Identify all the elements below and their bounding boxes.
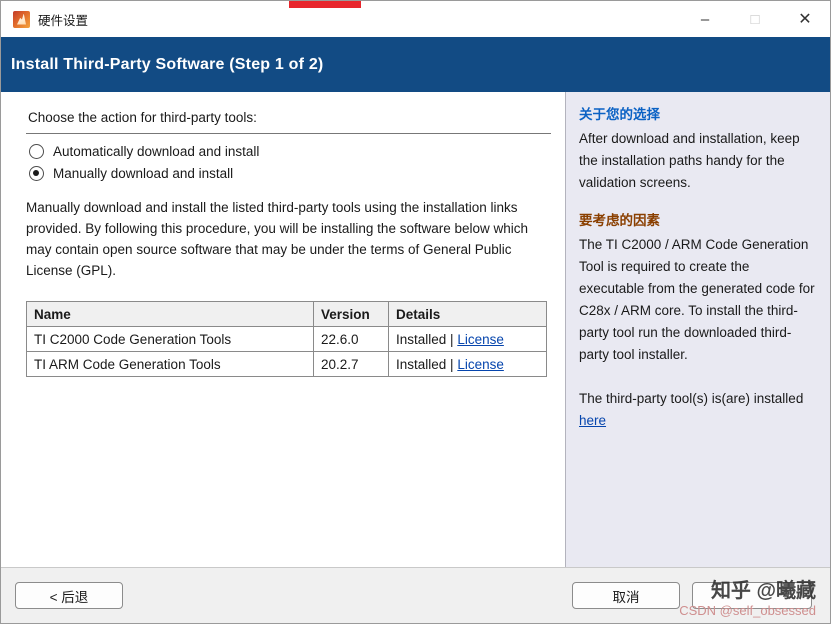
tool-details: Installed | License xyxy=(388,351,547,377)
radio-label-manual[interactable]: Manually download and install xyxy=(53,166,233,181)
tool-version: 22.6.0 xyxy=(313,326,389,352)
back-button[interactable]: < 后退 xyxy=(15,582,123,609)
page-title: Install Third-Party Software (Step 1 of … xyxy=(11,55,324,73)
manual-install-description: Manually download and install the listed… xyxy=(26,200,529,278)
tool-details: Installed | License xyxy=(388,326,547,352)
close-button[interactable]: ✕ xyxy=(780,1,830,37)
radio-button-manual[interactable] xyxy=(29,166,44,181)
content-area: Choose the action for third-party tools:… xyxy=(1,92,830,567)
column-header-details: Details xyxy=(388,301,547,327)
divider-line xyxy=(26,133,551,134)
next-button[interactable] xyxy=(692,582,812,609)
sidebar-section-about-body: After download and installation, keep th… xyxy=(579,131,800,190)
installed-note-text: The third-party tool(s) is(are) installe… xyxy=(579,391,804,406)
radio-label-automatic[interactable]: Automatically download and install xyxy=(53,144,259,159)
footer-bar: < 后退 取消 xyxy=(1,567,830,623)
minimize-button[interactable]: – xyxy=(680,1,730,37)
installed-note: The third-party tool(s) is(are) installe… xyxy=(579,388,816,432)
details-separator: | xyxy=(446,356,458,372)
window-controls: – □ ✕ xyxy=(680,1,830,37)
tool-name: TI ARM Code Generation Tools xyxy=(26,351,314,377)
step-header: Install Third-Party Software (Step 1 of … xyxy=(1,37,830,92)
table-row: TI ARM Code Generation Tools 20.2.7 Inst… xyxy=(26,351,547,377)
title-bar-left: 硬件设置 xyxy=(1,10,88,29)
install-status: Installed xyxy=(396,331,447,347)
main-panel: Choose the action for third-party tools:… xyxy=(1,92,566,567)
radio-option-manual[interactable]: Manually download and install xyxy=(29,166,550,181)
install-status: Installed xyxy=(396,356,447,372)
cropped-banner xyxy=(289,1,361,8)
tool-name: TI C2000 Code Generation Tools xyxy=(26,326,314,352)
title-bar: 硬件设置 – □ ✕ xyxy=(1,1,830,37)
license-link[interactable]: License xyxy=(457,357,504,372)
column-header-name: Name xyxy=(26,301,314,327)
cancel-button[interactable]: 取消 xyxy=(572,582,680,609)
matlab-app-icon xyxy=(13,10,30,28)
radio-option-automatic[interactable]: Automatically download and install xyxy=(29,144,550,159)
installed-here-link[interactable]: here xyxy=(579,413,606,428)
window-title: 硬件设置 xyxy=(38,13,89,28)
footer-right-buttons: 取消 xyxy=(572,582,812,609)
help-sidebar: 关于您的选择 After download and installation, … xyxy=(566,92,830,567)
radio-button-automatic[interactable] xyxy=(29,144,44,159)
table-row: TI C2000 Code Generation Tools 22.6.0 In… xyxy=(26,326,547,352)
sidebar-section-about-title: 关于您的选择 xyxy=(579,107,660,122)
column-header-version: Version xyxy=(313,301,389,327)
sidebar-section-consider-title: 要考虑的因素 xyxy=(579,213,660,228)
third-party-tools-table: Name Version Details TI C2000 Code Gener… xyxy=(26,301,547,377)
details-separator: | xyxy=(446,331,458,347)
tool-version: 20.2.7 xyxy=(313,351,389,377)
maximize-button[interactable]: □ xyxy=(730,1,780,37)
sidebar-section-consider-body: The TI C2000 / ARM Code Generation Tool … xyxy=(579,237,815,362)
action-prompt: Choose the action for third-party tools: xyxy=(28,110,257,125)
license-link[interactable]: License xyxy=(457,332,504,347)
table-header-row: Name Version Details xyxy=(26,301,547,327)
hardware-setup-window: 硬件设置 – □ ✕ Install Third-Party Software … xyxy=(0,0,831,624)
